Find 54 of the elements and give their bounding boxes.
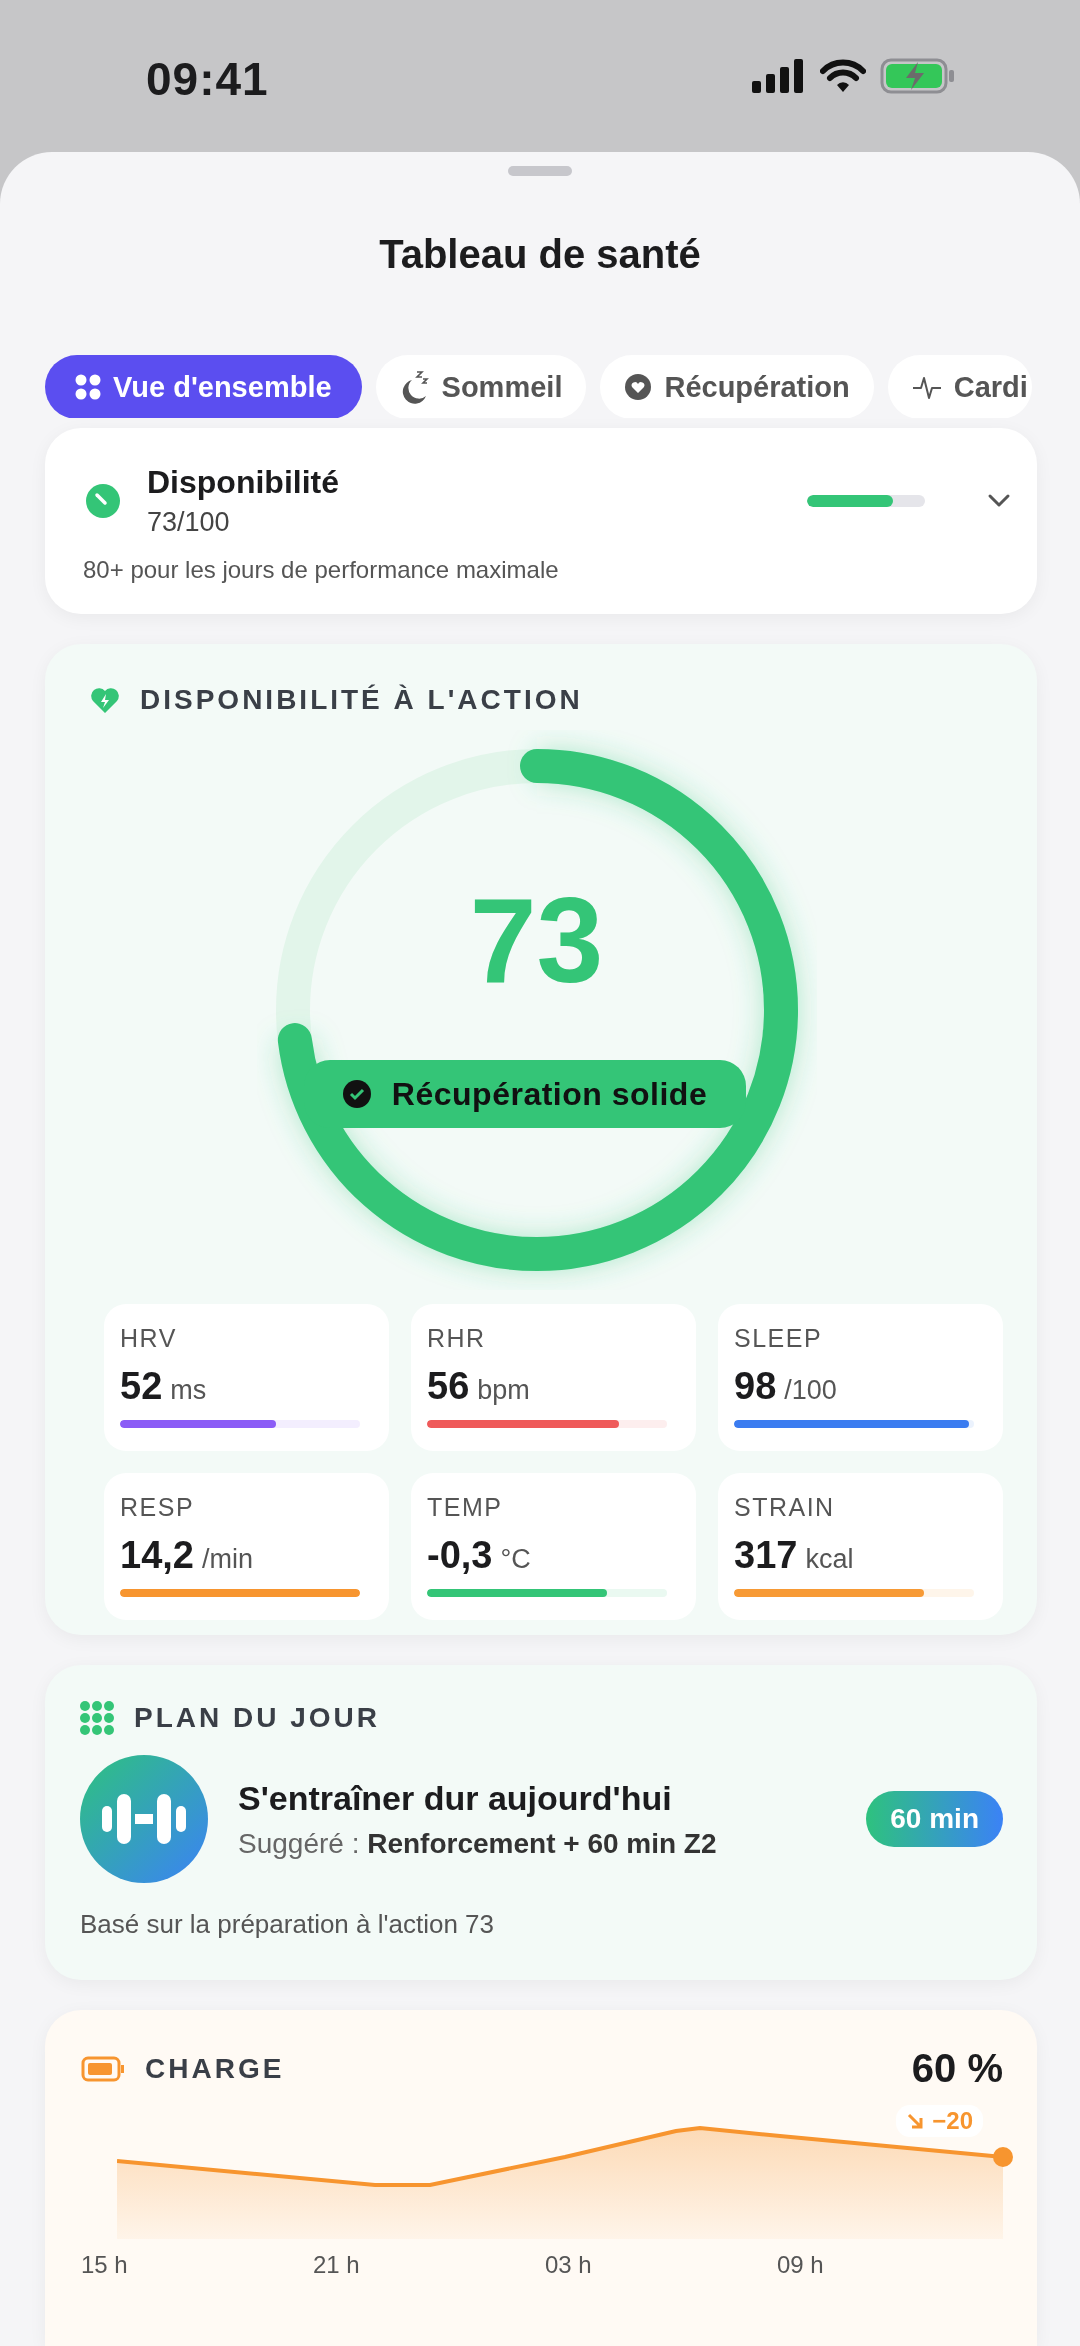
metric-value: -0,3 xyxy=(427,1534,493,1578)
metric-label: SLEEP xyxy=(734,1324,824,1354)
summary-note: 80+ pour les jours de performance maximale xyxy=(83,556,560,585)
axis-label: 21 h xyxy=(313,2251,361,2280)
metric-value: 56 xyxy=(427,1365,470,1409)
battery-icon xyxy=(81,2055,125,2082)
tab[interactable]: Sommeil xyxy=(375,355,587,419)
metric-label: RHR xyxy=(427,1324,487,1354)
tab[interactable]: Vue d'ensemble xyxy=(45,355,362,419)
metric-label: HRV xyxy=(120,1324,178,1354)
arrow-down-right-icon xyxy=(906,2112,925,2131)
tab[interactable]: Cardi xyxy=(887,355,1032,419)
metric-unit: ms xyxy=(170,1375,207,1407)
duration-badge: 60 min xyxy=(866,1791,1003,1848)
charge-value: 60 % xyxy=(911,2046,1003,2092)
signal-icon xyxy=(752,59,806,93)
status-time: 09:41 xyxy=(146,52,269,106)
section-heading: CHARGE xyxy=(145,2052,286,2085)
delta-badge: −20 xyxy=(896,2105,983,2138)
metric-label: TEMP xyxy=(427,1493,504,1523)
wifi-icon xyxy=(820,59,866,93)
grid-icon xyxy=(75,374,101,401)
metric-unit: /100 xyxy=(784,1375,837,1407)
metric-unit: kcal xyxy=(805,1544,854,1576)
readiness-score: 73 xyxy=(468,880,605,1001)
plan-suggestion: Suggéré : Renforcement + 60 min Z2 xyxy=(238,1827,718,1860)
metric-value: 52 xyxy=(120,1365,163,1409)
dumbbell-icon xyxy=(102,1792,186,1847)
battery-icon xyxy=(880,58,956,94)
metric-value: 14,2 xyxy=(120,1534,194,1578)
metric-unit: bpm xyxy=(477,1375,530,1407)
check-icon xyxy=(341,1079,372,1110)
axis-label: 15 h xyxy=(81,2251,129,2280)
status-text: Récupération solide xyxy=(391,1075,708,1113)
metric-unit: °C xyxy=(500,1544,531,1576)
dot-grid-icon xyxy=(80,1701,114,1736)
metric-label: STRAIN xyxy=(734,1493,836,1523)
screen-title: Tableau de santé xyxy=(379,232,701,277)
tab[interactable]: Récupération xyxy=(600,355,874,419)
metric-value: 98 xyxy=(734,1365,777,1409)
summary-title: Disponibilité xyxy=(147,464,340,502)
sheet-handle xyxy=(508,166,572,176)
axis-label: 03 h xyxy=(545,2251,593,2280)
axis-label: 09 h xyxy=(777,2251,825,2280)
metric-label: RESP xyxy=(120,1493,196,1523)
gauge-icon xyxy=(85,483,121,520)
metric-value: 317 xyxy=(734,1534,798,1578)
section-heading: PLAN DU JOUR xyxy=(134,1702,380,1735)
heart-bolt-icon xyxy=(90,686,120,715)
section-heading: DISPONIBILITÉ À L'ACTION xyxy=(140,684,583,717)
metric-unit: /min xyxy=(201,1544,253,1576)
plan-note: Basé sur la préparation à l'action 73 xyxy=(80,1909,495,1941)
plan-title: S'entraîner dur aujourd'hui xyxy=(238,1778,673,1818)
summary-value: 73/100 xyxy=(147,507,231,539)
